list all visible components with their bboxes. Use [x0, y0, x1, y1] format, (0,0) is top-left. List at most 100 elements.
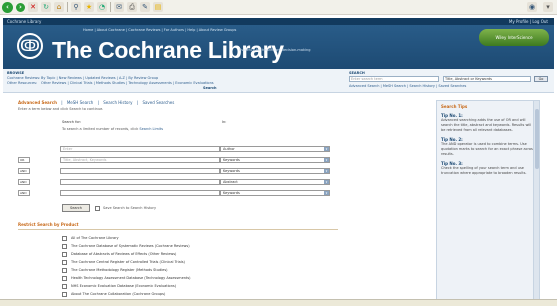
search-term-input[interactable]: Title, Abstract, Keywords: [60, 157, 220, 163]
browse-other-links[interactable]: Other Reviews | Clinical Trials | Method…: [41, 81, 214, 85]
list-item: The Cochrane Central Register of Control…: [62, 258, 322, 266]
back-icon[interactable]: ‹: [2, 1, 13, 13]
database-label: About The Cochrane Collaboration (Cochra…: [71, 292, 166, 296]
home-icon[interactable]: ⌂: [54, 2, 64, 12]
database-checkbox[interactable]: [62, 267, 67, 273]
search-row: AND Keywords ▾: [18, 190, 338, 198]
operator-select[interactable]: AND: [18, 190, 30, 196]
tab-search-history[interactable]: Search History: [103, 100, 132, 105]
search-label: SEARCH: [349, 71, 365, 75]
search-icon[interactable]: ⚲: [71, 2, 81, 12]
database-checkbox[interactable]: [62, 291, 67, 297]
list-item: About The Cochrane Collaboration (Cochra…: [62, 290, 322, 298]
search-field-select[interactable]: Abstract ▾: [220, 179, 330, 185]
search-term-input[interactable]: [60, 168, 220, 174]
browse-search-bar: BROWSE Cochrane Reviews: By Topic | New …: [3, 69, 554, 93]
quick-search-input[interactable]: Enter search term: [349, 76, 439, 82]
tab-mesh-search[interactable]: MeSH Search: [67, 100, 93, 105]
chevron-down-icon[interactable]: ▾: [324, 169, 329, 173]
edit-icon[interactable]: ✎: [140, 2, 150, 12]
search-field-value: Keywords: [223, 169, 240, 173]
search-term-input[interactable]: [60, 179, 220, 185]
list-item: Database of Abstracts of Reviews of Effe…: [62, 250, 322, 258]
tab-separator: |: [97, 100, 99, 105]
tip-body: The AND operator is used to combine term…: [441, 142, 535, 156]
tip-item: Tip No. 1: Advanced searching adds the u…: [437, 111, 539, 135]
mail-icon[interactable]: ✉: [114, 2, 124, 12]
chevron-down-icon[interactable]: ▾: [324, 180, 329, 184]
top-strip-title: Cochrane Library: [7, 19, 42, 24]
database-checkbox[interactable]: [62, 235, 67, 241]
search-row: Enter Author ▾: [18, 146, 338, 154]
cochrane-logo-icon[interactable]: ↂ: [17, 33, 43, 59]
tab-advanced-search[interactable]: Advanced Search: [18, 100, 57, 105]
database-checkbox[interactable]: [62, 283, 67, 289]
account-links[interactable]: My Profile | Log Out: [509, 19, 548, 24]
wiley-interscience-logo[interactable]: Wiley InterScience: [479, 29, 549, 46]
scrollbar-thumb[interactable]: [535, 109, 539, 169]
browse-reviews-links[interactable]: By Topic | New Reviews | Updated Reviews…: [41, 76, 158, 80]
discuss-icon[interactable]: ◉: [527, 2, 537, 12]
search-row: OR Title, Abstract, Keywords Keywords ▾: [18, 157, 338, 165]
database-label: Database of Abstracts of Reviews of Effe…: [71, 252, 177, 256]
search-field-value: Abstract: [223, 180, 238, 184]
refresh-icon[interactable]: ↻: [41, 2, 51, 12]
search-tips-panel: Search Tips Tip No. 1: Advanced searchin…: [436, 100, 540, 300]
print-icon[interactable]: ⎙: [127, 2, 137, 12]
operator-select[interactable]: AND: [18, 168, 30, 174]
quick-search-field-select[interactable]: Title, Abstract or Keywords: [443, 76, 531, 82]
favorites-icon[interactable]: ★: [84, 2, 94, 12]
tip-body: Advanced searching adds the use of OR an…: [441, 118, 532, 132]
search-field-select[interactable]: Keywords ▾: [220, 190, 330, 196]
chevron-down-icon[interactable]: ▾: [324, 158, 329, 162]
tab-saved-searches[interactable]: Saved Searches: [142, 100, 174, 105]
toolbar-right: ◉ ▾: [527, 2, 553, 12]
status-bar: [0, 299, 557, 306]
search-hint: To search a limited number of records, c…: [62, 127, 163, 131]
stop-icon[interactable]: ✕: [28, 2, 38, 12]
search-field-select[interactable]: Keywords ▾: [220, 157, 330, 163]
list-item: Health Technology Assessment Database (T…: [62, 274, 322, 282]
search-for-header: Search for:: [62, 120, 82, 124]
search-term-input[interactable]: Enter: [60, 146, 220, 152]
search-links[interactable]: Advanced Search | MeSH Search | Search H…: [349, 84, 466, 88]
chevron-down-icon[interactable]: ▾: [324, 191, 329, 195]
forward-icon[interactable]: ›: [16, 2, 25, 12]
search-field-value: Keywords: [223, 191, 240, 195]
browse-label: BROWSE: [7, 71, 25, 75]
database-checkbox[interactable]: [62, 259, 67, 265]
database-list: All of The Cochrane Library The Cochrane…: [62, 234, 322, 298]
section-divider: [18, 229, 338, 230]
tips-scrollbar[interactable]: [533, 101, 539, 299]
list-item: The Cochrane Database of Systematic Revi…: [62, 242, 322, 250]
list-item: NHS Economic Evaluation Database (Econom…: [62, 282, 322, 290]
search-field-select[interactable]: Keywords ▾: [220, 168, 330, 174]
operator-select[interactable]: OR: [18, 157, 30, 163]
browse-search-link[interactable]: Search: [203, 86, 217, 90]
history-icon[interactable]: ◔: [97, 2, 107, 12]
search-in-header: In:: [222, 120, 227, 124]
save-history-checkbox[interactable]: [95, 206, 100, 211]
quick-search-go-button[interactable]: Go: [534, 76, 548, 82]
restrict-section-title: Restrict Search by Product: [18, 222, 79, 227]
search-row: AND Abstract ▾: [18, 179, 338, 187]
operator-select[interactable]: AND: [18, 179, 30, 185]
dropdown-icon[interactable]: ▾: [543, 2, 553, 12]
browse-other-label: Other Resources:: [7, 81, 38, 85]
folder-icon[interactable]: ▤: [153, 2, 163, 12]
search-limits-link[interactable]: Search Limits: [139, 127, 163, 131]
database-checkbox[interactable]: [62, 243, 67, 249]
database-label: The Cochrane Database of Systematic Revi…: [71, 244, 190, 248]
search-button[interactable]: Search: [62, 204, 90, 212]
database-label: All of The Cochrane Library: [71, 236, 119, 240]
tip-item: Tip No. 3: Check the spelling of your se…: [437, 159, 539, 178]
search-field-select[interactable]: Author ▾: [220, 146, 330, 152]
chevron-down-icon[interactable]: ▾: [324, 147, 329, 151]
search-term-input[interactable]: [60, 190, 220, 196]
header-links[interactable]: Home | About Cochrane | Cochrane Reviews…: [83, 28, 236, 32]
database-checkbox[interactable]: [62, 275, 67, 281]
search-field-value: Author: [223, 147, 235, 151]
database-checkbox[interactable]: [62, 251, 67, 257]
save-history-label: Save Search to Search History: [103, 206, 157, 210]
search-tabs: Advanced Search | MeSH Search | Search H…: [18, 100, 177, 105]
